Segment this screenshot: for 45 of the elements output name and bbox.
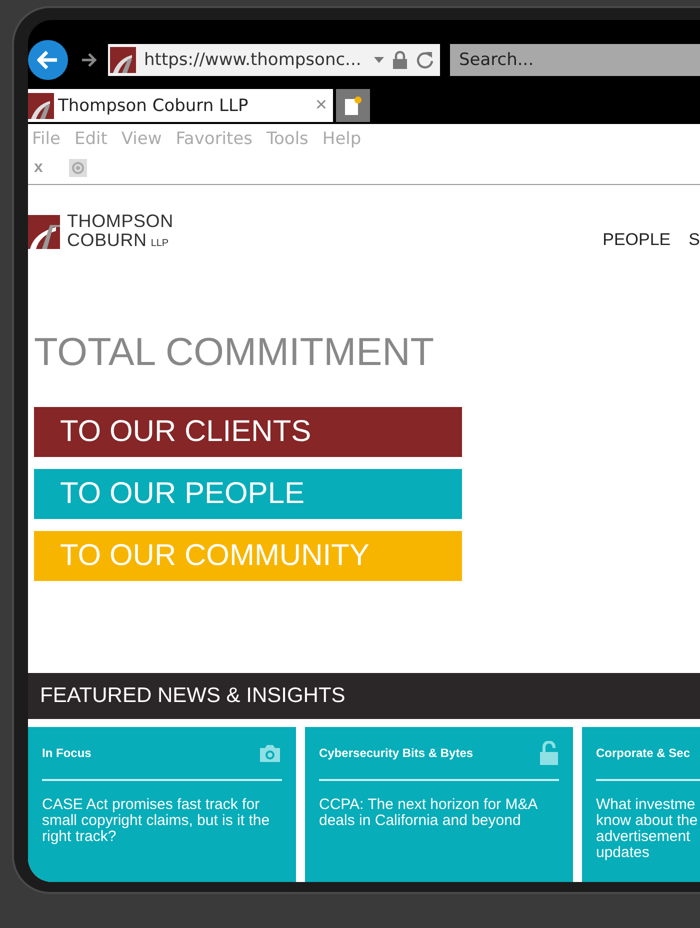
- new-tab-icon: [343, 96, 363, 116]
- section-title: FEATURED NEWS & INSIGHTS: [40, 684, 346, 708]
- unlocked-padlock-icon: [539, 741, 559, 765]
- refresh-icon[interactable]: [416, 51, 434, 69]
- logo-text: THOMPSON: [67, 212, 174, 230]
- hero-headline: TOTAL COMMITMENT: [34, 331, 436, 375]
- card-category: Corporate & Sec: [596, 746, 690, 760]
- search-field[interactable]: Search...: [450, 44, 700, 76]
- tab-title: Thompson Coburn LLP: [58, 96, 250, 116]
- site-logo-icon: [28, 92, 54, 118]
- menu-item[interactable]: Tools: [266, 129, 308, 152]
- card-headline[interactable]: What investme know about the advertisement updates: [596, 797, 700, 861]
- news-card[interactable]: Cybersecurity Bits & Bytes CCPA: The next horizon for M&A deals in California and beyond: [305, 727, 573, 882]
- card-headline[interactable]: CCPA: The next horizon for M&A deals in California and beyond: [319, 797, 559, 829]
- site-logo-icon: [110, 47, 136, 73]
- card-category: In Focus: [42, 746, 92, 760]
- menu-item[interactable]: File: [32, 129, 60, 152]
- back-button[interactable]: [28, 40, 68, 80]
- commitment-banner[interactable]: TO OUR PEOPLE: [34, 469, 462, 519]
- url-text: https://www.thompsonc...: [144, 50, 362, 70]
- logo-text: COBURN: [67, 230, 147, 250]
- card-category: Cybersecurity Bits & Bytes: [319, 746, 474, 760]
- close-toolbar-button[interactable]: x: [34, 159, 43, 177]
- menu-item[interactable]: Favorites: [176, 129, 253, 152]
- commitment-banner[interactable]: TO OUR CLIENTS: [34, 407, 462, 457]
- lock-icon: [392, 51, 408, 69]
- gear-icon[interactable]: [68, 159, 87, 177]
- menu-item[interactable]: View: [121, 129, 162, 152]
- news-card[interactable]: Corporate & Sec What investme know about the advertisement updates: [582, 727, 700, 882]
- nav-link[interactable]: S: [688, 230, 700, 250]
- logo-suffix: LLP: [150, 236, 169, 250]
- address-bar[interactable]: https://www.thompsonc...: [108, 44, 440, 76]
- browser-tab[interactable]: Thompson Coburn LLP ×: [28, 89, 333, 122]
- nav-link[interactable]: PEOPLE: [602, 230, 671, 250]
- dropdown-caret-icon[interactable]: [374, 56, 384, 64]
- menu-item[interactable]: Help: [322, 129, 362, 152]
- card-headline[interactable]: CASE Act promises fast track for small copyright claims, but is it the right track?: [42, 797, 282, 845]
- news-card[interactable]: In Focus CASE Act promises fast track for small copyright claims, but is it the right track?: [28, 727, 296, 882]
- back-arrow-icon: [37, 50, 59, 70]
- menu-item[interactable]: Edit: [74, 129, 108, 152]
- forward-arrow-icon[interactable]: [80, 52, 98, 68]
- camera-icon: [258, 743, 282, 763]
- commitment-banner[interactable]: TO OUR COMMUNITY: [34, 531, 462, 581]
- new-tab-button[interactable]: [336, 89, 370, 122]
- close-tab-button[interactable]: ×: [315, 94, 327, 117]
